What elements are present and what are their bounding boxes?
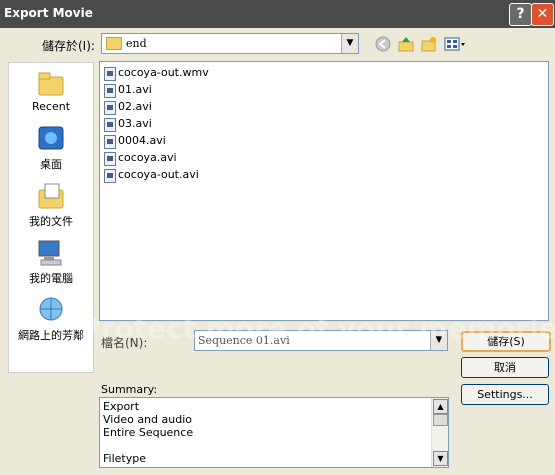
- file-name: 0004.avi: [118, 134, 166, 147]
- file-name: 03.avi: [118, 117, 152, 130]
- filename-label: 檔名(N):: [101, 336, 148, 350]
- video-file-icon: [104, 101, 116, 115]
- help-button[interactable]: ?: [509, 3, 532, 26]
- place-label-desktop: 桌面: [40, 158, 62, 171]
- place-my-computer[interactable]: 我的電腦: [9, 239, 93, 289]
- file-list[interactable]: cocoya-out.wmv 01.avi 02.avi 03.avi 0004…: [99, 61, 549, 321]
- title-bar: Export Movie ? ✕: [0, 0, 555, 28]
- filename-input[interactable]: Sequence 01.avi ▼: [194, 330, 448, 351]
- chevron-down-icon[interactable]: ▼: [341, 34, 358, 53]
- video-file-icon: [104, 67, 116, 81]
- video-file-icon: [104, 135, 116, 149]
- video-file-icon: [104, 118, 116, 132]
- window-title: Export Movie: [4, 6, 93, 20]
- summary-line: Entire Sequence: [103, 426, 194, 439]
- my-computer-icon: [36, 239, 66, 267]
- place-label-recent: Recent: [31, 100, 71, 113]
- place-label-network: 網路上的芳鄰: [18, 329, 84, 342]
- settings-button[interactable]: Settings...: [461, 384, 549, 405]
- view-menu-icon[interactable]: [444, 36, 466, 52]
- video-file-icon: [104, 169, 116, 183]
- place-recent[interactable]: Recent: [9, 69, 93, 119]
- place-network[interactable]: 網路上的芳鄰: [9, 296, 93, 346]
- places-bar: Recent 桌面 我的文件 我的電腦 網路上的芳鄰: [8, 62, 94, 373]
- summary-box: Export Video and audio Entire Sequence F…: [99, 397, 449, 468]
- chevron-down-icon[interactable]: ▼: [430, 331, 447, 350]
- video-file-icon: [104, 152, 116, 166]
- summary-label: Summary:: [101, 383, 158, 396]
- video-file-icon: [104, 84, 116, 98]
- lookin-combo[interactable]: end ▼: [101, 33, 359, 54]
- up-folder-icon[interactable]: [397, 36, 414, 52]
- file-name: 01.avi: [118, 83, 152, 96]
- back-icon[interactable]: [374, 36, 391, 52]
- desktop-icon: [36, 125, 66, 153]
- summary-line: Export: [103, 400, 140, 413]
- place-my-documents[interactable]: 我的文件: [9, 182, 93, 232]
- scroll-down-icon[interactable]: ▼: [433, 451, 448, 466]
- place-label-my-computer: 我的電腦: [29, 272, 73, 285]
- file-name: cocoya.avi: [118, 151, 177, 164]
- summary-scrollbar[interactable]: ▲ ▼: [431, 398, 448, 467]
- new-folder-icon[interactable]: [420, 36, 437, 52]
- cancel-button[interactable]: 取消: [461, 357, 549, 378]
- close-button[interactable]: ✕: [531, 3, 554, 26]
- place-desktop[interactable]: 桌面: [9, 125, 93, 175]
- file-name: cocoya-out.wmv: [118, 66, 209, 79]
- file-name: 02.avi: [118, 100, 152, 113]
- summary-line: Video and audio: [103, 413, 192, 426]
- lookin-value: end: [126, 37, 147, 50]
- scroll-thumb[interactable]: [433, 414, 448, 426]
- summary-line: Filetype: [103, 452, 146, 465]
- place-label-my-documents: 我的文件: [29, 215, 73, 228]
- file-name: cocoya-out.avi: [118, 168, 199, 181]
- my-documents-icon: [36, 182, 66, 210]
- save-button[interactable]: 儲存(S): [461, 331, 551, 352]
- filename-value: Sequence 01.avi: [198, 334, 290, 347]
- network-icon: [36, 296, 66, 324]
- folder-icon: [106, 37, 122, 50]
- recent-icon: [36, 69, 66, 97]
- lookin-label: 儲存於(I):: [42, 39, 95, 53]
- scroll-up-icon[interactable]: ▲: [433, 399, 448, 414]
